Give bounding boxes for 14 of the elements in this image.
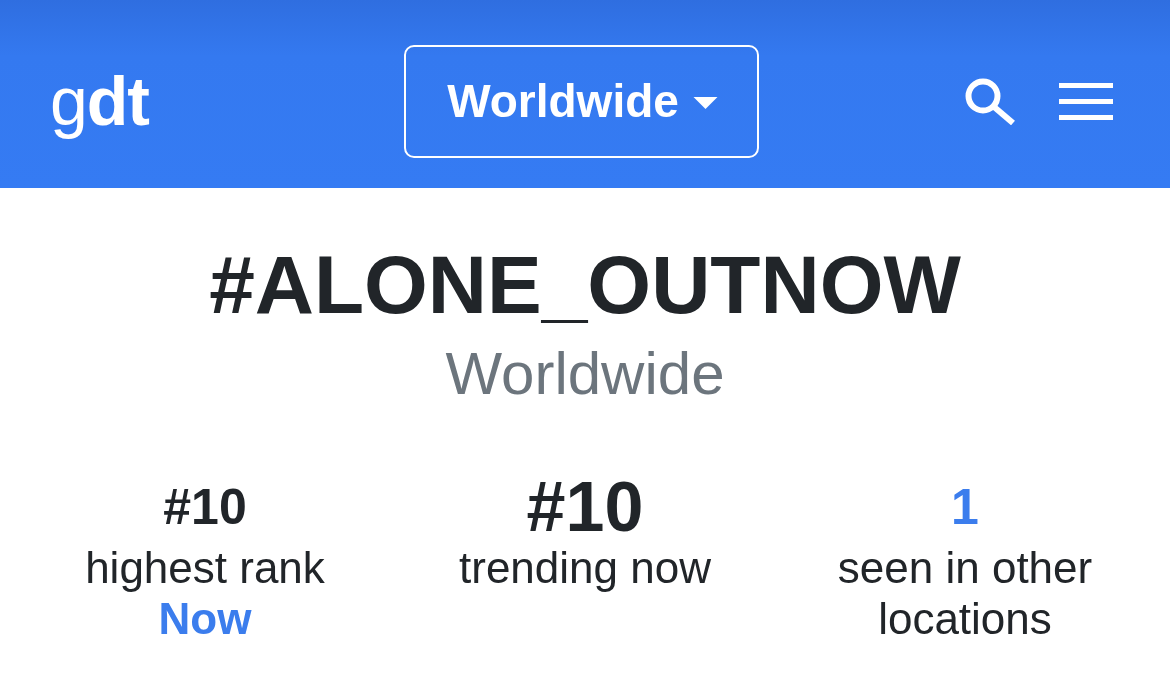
time-link[interactable]: Now: [158, 593, 252, 645]
locations-count-link[interactable]: 1: [951, 476, 979, 543]
menu-icon[interactable]: [1059, 82, 1113, 120]
location-dropdown[interactable]: Worldwide: [404, 44, 759, 158]
stat-label: seen in other locations: [836, 542, 1094, 645]
caret-icon: [692, 97, 718, 109]
current-rank-value: #10: [526, 476, 644, 543]
highest-rank-value: #10: [163, 478, 247, 538]
search-icon[interactable]: [963, 77, 1017, 125]
hashtag-title: #ALONE_OUTNOW: [209, 238, 961, 332]
site-logo[interactable]: gdt: [50, 63, 149, 139]
location-subtitle: Worldwide: [445, 339, 725, 410]
stat-label: highest rank: [84, 542, 326, 594]
stat-label: trending now: [458, 542, 712, 594]
